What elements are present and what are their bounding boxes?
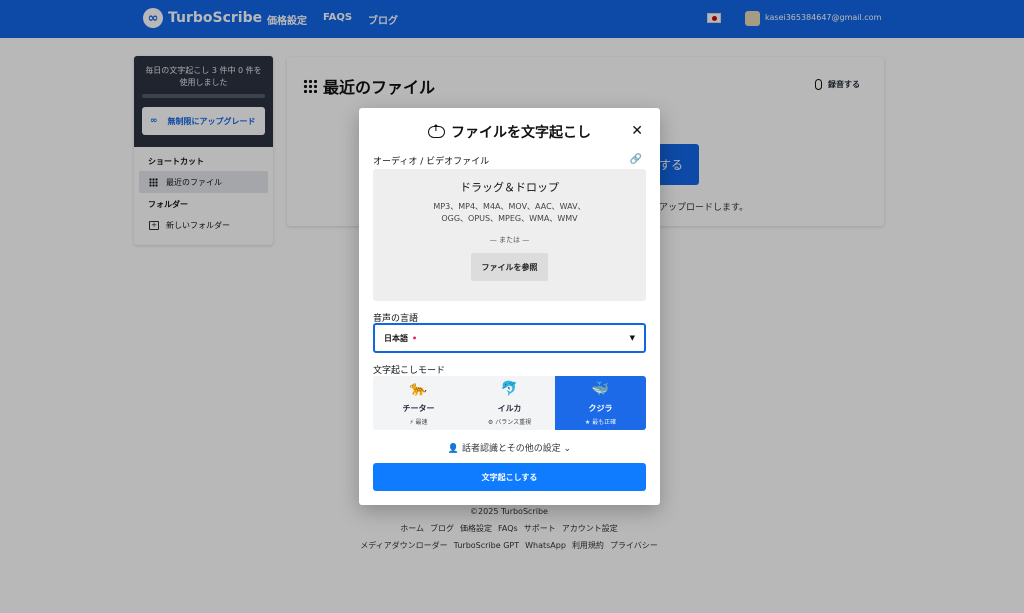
close-icon[interactable]: ✕ xyxy=(631,123,643,139)
dropzone-title: ドラッグ＆ドロップ xyxy=(460,181,559,194)
link-icon[interactable]: 🔗 xyxy=(630,154,642,165)
mode-option-cheetah[interactable]: 🐆 チーター ⚡ 最速 xyxy=(373,376,464,430)
supported-formats: MP3、MP4、M4A、MOV、AAC、WAV、OGG、OPUS、MPEG、WM… xyxy=(433,202,586,223)
dolphin-icon: 🐬 xyxy=(500,381,519,397)
mode-option-whale[interactable]: 🐳 クジラ ★ 最も正確 xyxy=(555,376,646,430)
required-dot-icon: • xyxy=(412,333,418,343)
cheetah-icon: 🐆 xyxy=(409,381,428,397)
mode-label: 文字起こしモード xyxy=(373,366,446,376)
or-divider: — または — xyxy=(489,236,530,244)
whale-icon: 🐳 xyxy=(591,381,610,397)
mode-subtitle: ⚙ バランス重視 xyxy=(487,419,532,426)
language-value: 日本語 xyxy=(384,333,408,343)
transcribe-submit-button[interactable]: 文字起こしする xyxy=(373,463,646,491)
language-select[interactable]: 日本語 • ▼ xyxy=(373,323,646,353)
file-label: オーディオ / ビデオファイル xyxy=(373,157,490,167)
modal-title: ファイルを文字起こし xyxy=(359,122,660,142)
mode-name: クジラ xyxy=(588,404,613,413)
speaker-settings-toggle[interactable]: 👤 話者認識とその他の設定 ⌄ xyxy=(359,441,660,454)
mode-subtitle: ★ 最も正確 xyxy=(584,419,617,426)
mode-name: イルカ xyxy=(497,404,522,413)
browse-files-button[interactable]: ファイルを参照 xyxy=(471,253,548,281)
modal-title-text: ファイルを文字起こし xyxy=(451,125,591,141)
mode-option-dolphin[interactable]: 🐬 イルカ ⚙ バランス重視 xyxy=(464,376,555,430)
mode-selector: 🐆 チーター ⚡ 最速 🐬 イルカ ⚙ バランス重視 🐳 クジラ ★ 最も正確 xyxy=(373,376,646,430)
mode-name: チーター xyxy=(402,404,435,413)
cloud-upload-icon xyxy=(428,124,445,138)
caret-down-icon: ▼ xyxy=(629,334,635,342)
transcribe-modal: ファイルを文字起こし ✕ オーディオ / ビデオファイル 🔗 ドラッグ＆ドロップ… xyxy=(359,108,660,505)
mode-subtitle: ⚡ 最速 xyxy=(409,419,428,426)
file-dropzone[interactable]: ドラッグ＆ドロップ MP3、MP4、M4A、MOV、AAC、WAV、OGG、OP… xyxy=(373,169,646,301)
